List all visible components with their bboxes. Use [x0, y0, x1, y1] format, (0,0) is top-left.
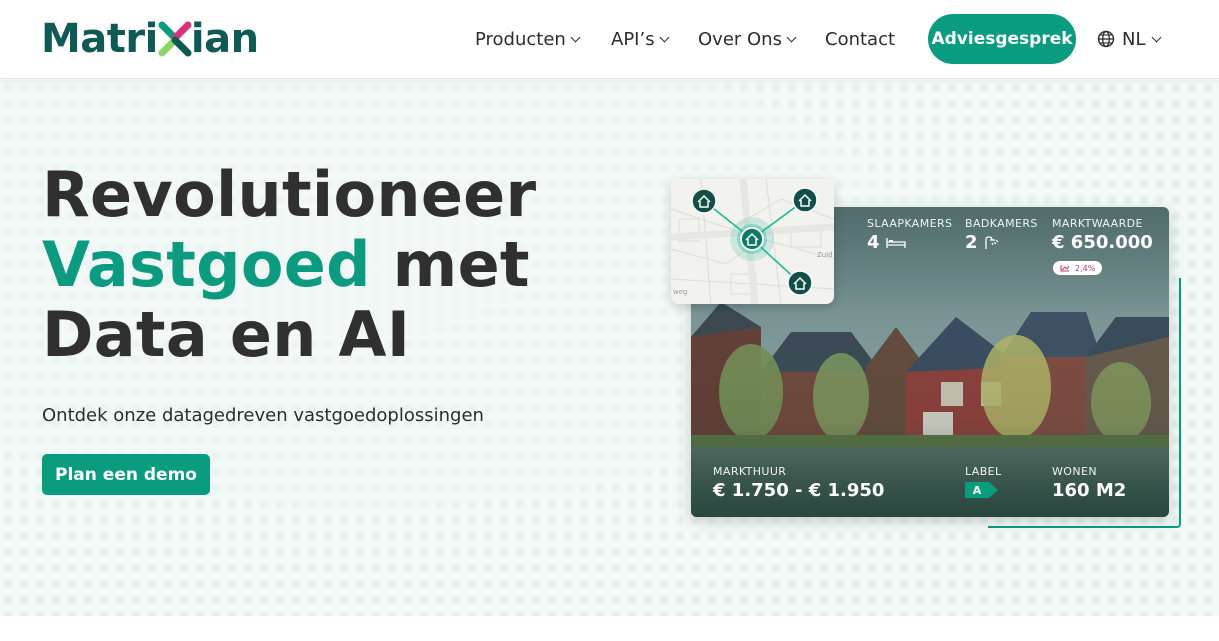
living-area-value: 160 M2 [1052, 480, 1127, 501]
logo-x-mark-icon [158, 21, 192, 57]
rent-value: € 1.750 - € 1.950 [713, 480, 885, 501]
chevron-down-icon [786, 32, 797, 42]
bedrooms-stat: SLAAPKAMERS 4 [867, 217, 952, 253]
shower-icon [984, 235, 998, 249]
globe-icon [1097, 30, 1115, 48]
nav-label: API’s [611, 28, 655, 50]
energy-label-arrow [989, 482, 998, 498]
language-selector[interactable]: NL [1097, 14, 1161, 64]
rent-label: MARKTHUUR [713, 465, 787, 478]
bedrooms-value: 4 [867, 232, 880, 253]
trend-up-icon [1060, 265, 1070, 272]
nav-item-over-ons[interactable]: Over Ons [698, 14, 797, 64]
hero-subtitle: Ontdek onze datagedreven vastgoedoplossi… [42, 405, 484, 426]
headline-line-2-rest: met [370, 228, 530, 301]
chevron-down-icon [570, 32, 581, 42]
chevron-down-icon [659, 32, 670, 42]
rent-stat: MARKTHUUR € 1.750 - € 1.950 [713, 465, 884, 501]
nav-item-producten[interactable]: Producten [475, 14, 581, 64]
map-pin-home-icon [691, 188, 717, 214]
site-header: Matri ian Producten API’s Over Ons Conta… [0, 0, 1219, 79]
bedrooms-label: SLAAPKAMERS [867, 217, 953, 230]
headline-line-3: Data en AI [42, 298, 411, 371]
living-area-stat: WONEN 160 M2 [1052, 465, 1126, 501]
street-label-2: weg [673, 288, 687, 296]
adviesgesprek-button[interactable]: Adviesgesprek [928, 14, 1076, 64]
nav-label: Over Ons [698, 28, 782, 50]
hero-headline: Revolutioneer Vastgoed met Data en AI [42, 160, 536, 370]
street-map: Zuid weg [671, 179, 834, 304]
bathrooms-stat: BADKAMERS 2 [965, 217, 1038, 253]
nav-label: Producten [475, 28, 566, 50]
bathrooms-label: BADKAMERS [965, 217, 1038, 230]
logo-text-left: Matri [41, 16, 158, 62]
map-pin-home-icon [792, 187, 818, 213]
map-card: Zuid weg [671, 179, 834, 304]
chevron-down-icon [1151, 32, 1161, 42]
language-label: NL [1122, 28, 1146, 50]
energy-label-title: LABEL [965, 465, 1002, 478]
bed-icon [885, 237, 906, 248]
nav-label: Contact [825, 28, 896, 50]
market-value-stat: MARKTWAARDE € 650.000 [1052, 217, 1153, 253]
nav-item-contact[interactable]: Contact [825, 14, 895, 64]
headline-line-1: Revolutioneer [42, 158, 537, 231]
bathrooms-value: 2 [965, 232, 978, 253]
plan-demo-button[interactable]: Plan een demo [42, 454, 210, 495]
energy-label-value: A [965, 482, 989, 498]
energy-label-stat: LABEL A [965, 465, 1002, 498]
living-area-label: WONEN [1052, 465, 1097, 478]
market-change-value: 2,4% [1075, 263, 1096, 273]
nav-item-apis[interactable]: API’s [611, 14, 670, 64]
map-pin-home-icon [787, 270, 813, 296]
energy-label-badge: A [965, 482, 998, 498]
headline-accent: Vastgoed [42, 228, 371, 301]
market-value-label: MARKTWAARDE [1052, 217, 1143, 230]
market-change-badge: 2,4% [1053, 261, 1103, 275]
market-value: € 650.000 [1052, 232, 1153, 253]
street-label-1: Zuid [817, 251, 833, 259]
matrixian-logo[interactable]: Matri ian [41, 14, 259, 64]
map-pin-main-home-icon [740, 227, 764, 251]
logo-text-right: ian [190, 16, 259, 62]
